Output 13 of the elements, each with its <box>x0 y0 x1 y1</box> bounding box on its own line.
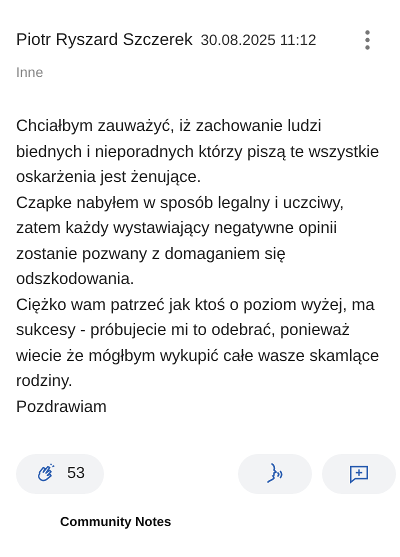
add-comment-button[interactable] <box>322 454 396 494</box>
post-paragraph: Chciałbym zauważyć, iż zachowanie ludzi biednych i nieporadnych którzy piszą te wszystkie oskarżenia jest żenujące. <box>16 116 380 188</box>
post-paragraph: Pozdrawiam <box>16 396 108 418</box>
post-date: 30.08.2025 11:12 <box>200 32 316 48</box>
speak-button[interactable] <box>238 454 312 494</box>
author-name[interactable]: Piotr Ryszard Szczerek <box>16 30 193 50</box>
post-category: Inne <box>16 64 44 80</box>
more-icon[interactable] <box>365 30 370 50</box>
clap-button[interactable]: 53 <box>16 454 104 494</box>
post-paragraph: Czapke nabyłem w sposób legalny i uczciwy, zatem każdy wystawiający negatywne opinii zostanie pozwany z domaganiem się odszkodowania. <box>16 192 346 290</box>
add-comment-icon <box>348 463 370 485</box>
post-paragraph: Ciężko wam patrzeć jak ktoś o poziom wyżej, ma sukcesy - próbujecie mi to odebrać, ponieważ wiecie że mógłbym wykupić całe wasze skamlące rodziny. <box>16 294 380 392</box>
section-title: Community Notes <box>60 514 172 529</box>
